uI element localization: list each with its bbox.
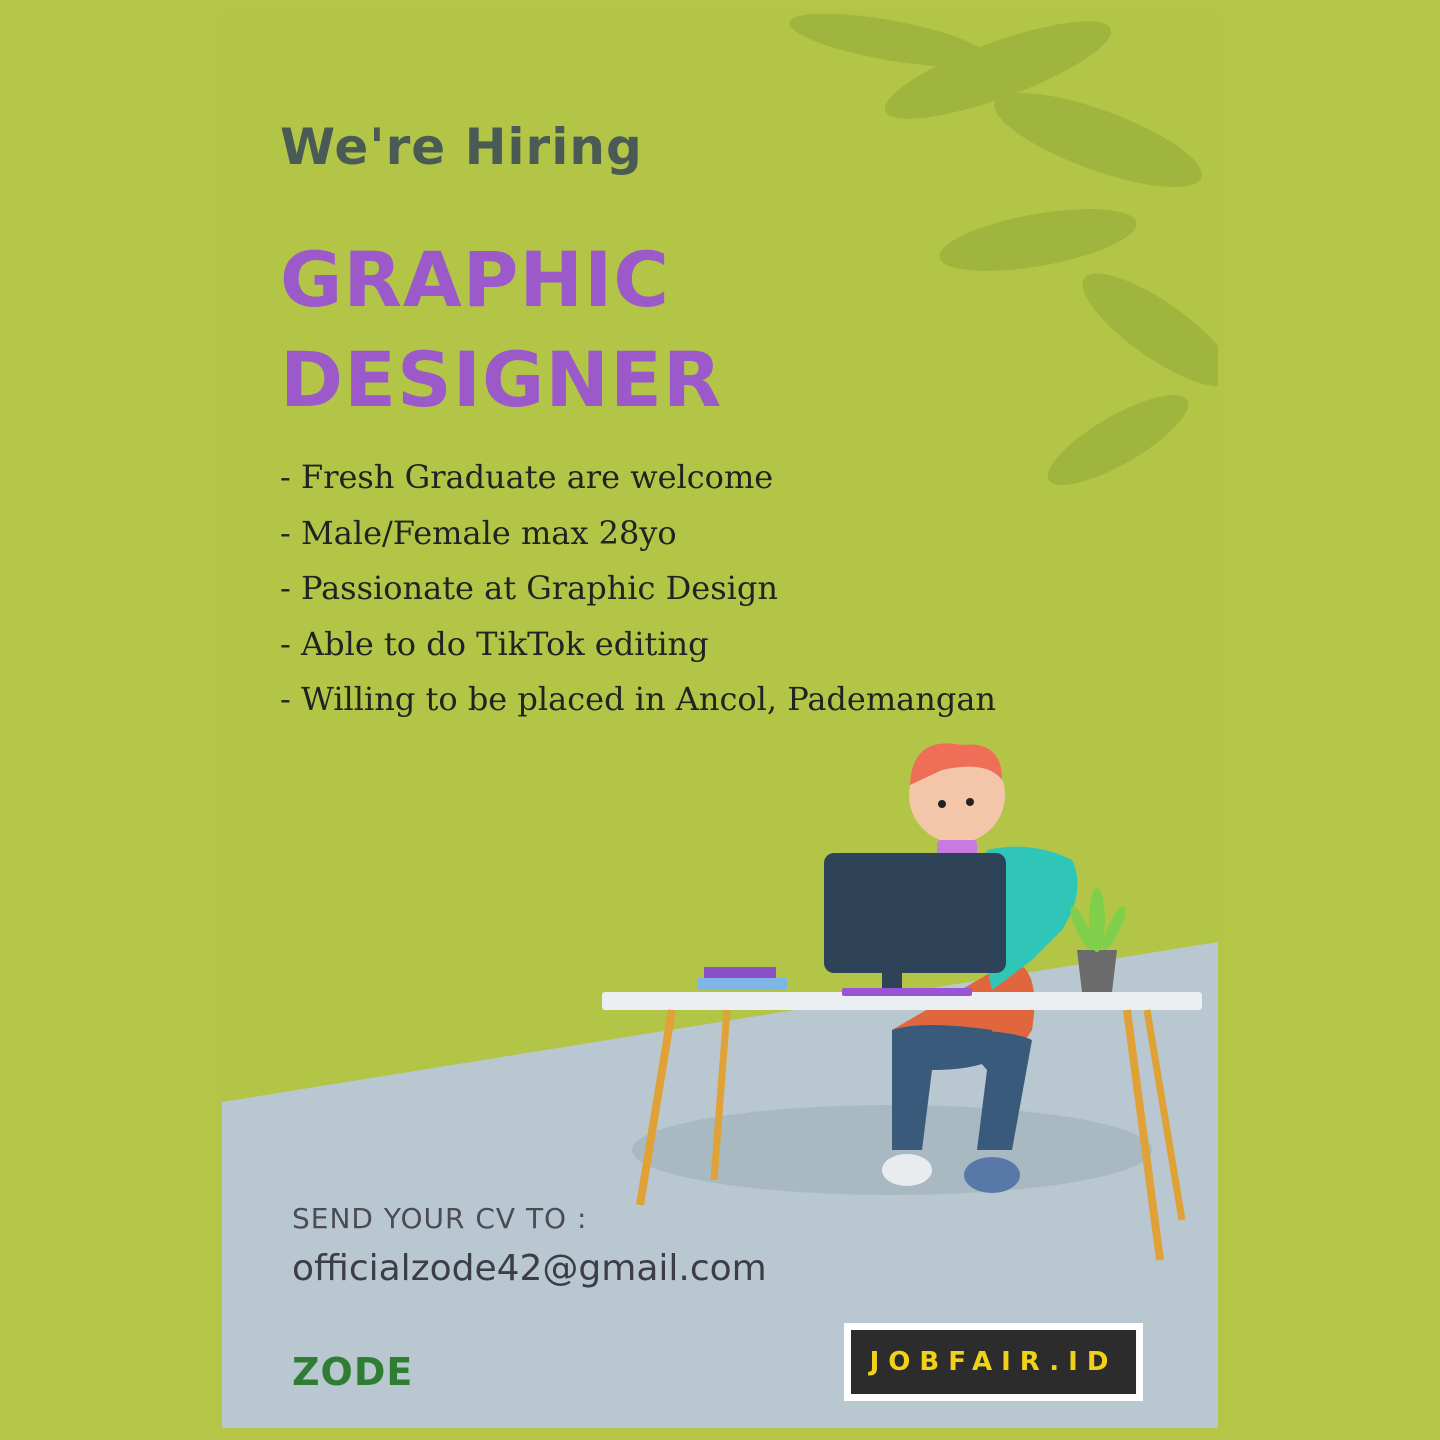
requirements-list: - Fresh Graduate are welcome - Male/Fema… xyxy=(280,450,996,728)
job-title: GRAPHIC DESIGNER xyxy=(280,230,722,430)
requirement-item: - Male/Female max 28yo xyxy=(280,513,677,552)
contact-email[interactable]: officialzode42@gmail.com xyxy=(292,1248,767,1289)
job-title-line2: DESIGNER xyxy=(280,335,723,424)
jobfair-badge-text: JOBFAIR.ID xyxy=(851,1330,1136,1394)
send-cv-label: SEND YOUR CV TO : xyxy=(292,1202,588,1235)
job-poster: We're Hiring GRAPHIC DESIGNER - Fresh Gr… xyxy=(222,10,1218,1428)
requirement-item: - Willing to be placed in Ancol, Pademan… xyxy=(280,680,997,718)
brand-logo: ZODE xyxy=(292,1350,414,1394)
headline: We're Hiring xyxy=(280,118,643,176)
requirement-item: - Fresh Graduate are welcome xyxy=(280,458,774,496)
requirement-item: - Passionate at Graphic Design xyxy=(280,569,778,607)
designer-at-desk-illustration-icon xyxy=(602,743,1202,1261)
leaves-shadow-icon xyxy=(789,13,1218,486)
jobfair-badge: JOBFAIR.ID xyxy=(844,1323,1143,1401)
requirement-item: - Able to do TikTok editing xyxy=(280,624,709,663)
job-title-line1: GRAPHIC xyxy=(280,235,671,324)
